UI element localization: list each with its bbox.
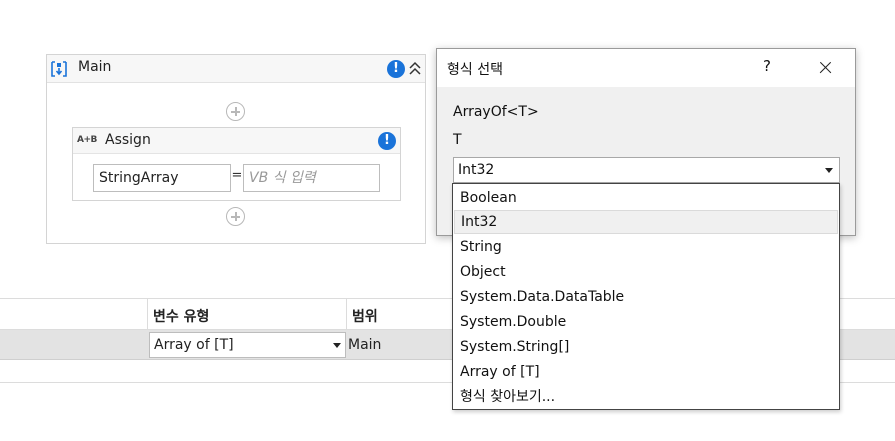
variable-scope[interactable]: Main xyxy=(348,337,381,353)
type-parameter-label: T xyxy=(453,132,462,148)
warning-icon[interactable]: ! xyxy=(378,132,396,150)
dropdown-option-array-of-t[interactable]: Array of [T] xyxy=(454,360,838,384)
dropdown-option-datatable[interactable]: System.Data.DataTable xyxy=(454,285,838,309)
main-sequence[interactable]: Main ! A+B Assign ! StringArray = VB 식 입… xyxy=(46,54,426,244)
column-scope[interactable]: 범위 xyxy=(352,306,378,326)
dropdown-option-boolean[interactable]: Boolean xyxy=(454,186,838,210)
dropdown-option-browse-types[interactable]: 형식 찾아보기... xyxy=(454,385,838,409)
assign-value-input[interactable]: VB 식 입력 xyxy=(243,164,380,192)
type-parameter-value: Int32 xyxy=(458,162,495,178)
sequence-title: Main xyxy=(78,59,112,75)
sequence-header: Main ! xyxy=(47,55,425,83)
assign-activity[interactable]: A+B Assign ! StringArray = VB 식 입력 xyxy=(72,127,401,201)
dropdown-option-int32[interactable]: Int32 xyxy=(454,210,838,234)
dialog-title: 형식 선택 xyxy=(447,62,503,78)
variable-type-value: Array of [T] xyxy=(154,337,234,353)
add-activity-icon[interactable] xyxy=(226,102,245,121)
type-parameter-select[interactable]: Int32 xyxy=(453,157,840,183)
variable-type-select[interactable]: Array of [T] xyxy=(149,332,346,358)
dropdown-option-string[interactable]: String xyxy=(454,235,838,259)
dialog-title-bar: 형식 선택 ? xyxy=(437,49,855,87)
column-variable-type[interactable]: 변수 유형 xyxy=(153,306,209,326)
dropdown-option-string-array[interactable]: System.String[] xyxy=(454,335,838,359)
assign-icon: A+B xyxy=(77,135,97,145)
close-icon[interactable] xyxy=(813,57,837,79)
help-button[interactable]: ? xyxy=(755,57,779,79)
chevron-down-icon xyxy=(333,343,341,348)
dropdown-option-object[interactable]: Object xyxy=(454,260,838,284)
collapse-icon[interactable] xyxy=(407,59,423,77)
equals-sign: = xyxy=(231,168,243,183)
assign-header: A+B Assign ! xyxy=(73,128,400,154)
sequence-icon xyxy=(51,61,67,77)
assign-title: Assign xyxy=(105,132,151,148)
add-activity-icon[interactable] xyxy=(226,207,245,226)
chevron-down-icon xyxy=(825,168,833,173)
type-dropdown-list: Boolean Int32 String Object System.Data.… xyxy=(452,183,840,410)
dropdown-option-double[interactable]: System.Double xyxy=(454,310,838,334)
generic-type-name: ArrayOf<T> xyxy=(453,104,539,120)
assign-to-input[interactable]: StringArray xyxy=(93,164,231,192)
warning-icon[interactable]: ! xyxy=(387,60,405,78)
